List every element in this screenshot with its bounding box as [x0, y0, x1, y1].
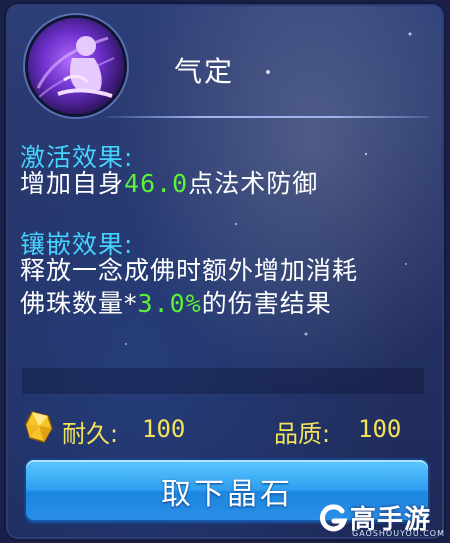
durability-value: 100 [142, 415, 186, 443]
title-divider [106, 116, 428, 118]
meditating-monk-silhouette-icon [35, 36, 115, 101]
inlay-effect-line-2-suffix: 的伤害结果 [201, 289, 332, 318]
inlay-effect-text: 释放一念成佛时额外增加消耗 佛珠数量*3.0%的伤害结果 [20, 254, 358, 320]
activate-effect-suffix: 点法术防御 [188, 169, 319, 198]
quality-label: 品质: [274, 420, 331, 448]
inlay-effect-line-2: 佛珠数量*3.0%的伤害结果 [20, 287, 358, 320]
site-watermark: 高手游 GAOSHOUYOU.COM [316, 497, 446, 541]
item-tooltip-panel: 气定 激活效果: 增加自身46.0点法术防御 镶嵌效果: 释放一念成佛时额外增加… [6, 4, 444, 539]
inlay-effect-line-1: 释放一念成佛时额外增加消耗 [20, 256, 359, 285]
remove-crystal-button-label: 取下晶石 [161, 477, 293, 512]
activate-effect-value: 46.0 [124, 169, 189, 198]
item-name: 气定 [174, 55, 235, 88]
item-icon [28, 18, 124, 114]
activate-effect-prefix: 增加自身 [20, 169, 125, 198]
empty-info-strip [22, 368, 424, 394]
quality-value: 100 [358, 415, 402, 443]
activate-effect-text: 增加自身46.0点法术防御 [20, 167, 318, 200]
inlay-effect-value: 3.0% [137, 289, 202, 318]
watermark-url: GAOSHOUYOU.COM [352, 529, 446, 538]
durability-label: 耐久: [62, 420, 119, 448]
yellow-crystal-icon [25, 411, 53, 443]
g-logo-icon [319, 504, 348, 532]
inlay-effect-line-2-prefix: 佛珠数量* [20, 289, 138, 318]
